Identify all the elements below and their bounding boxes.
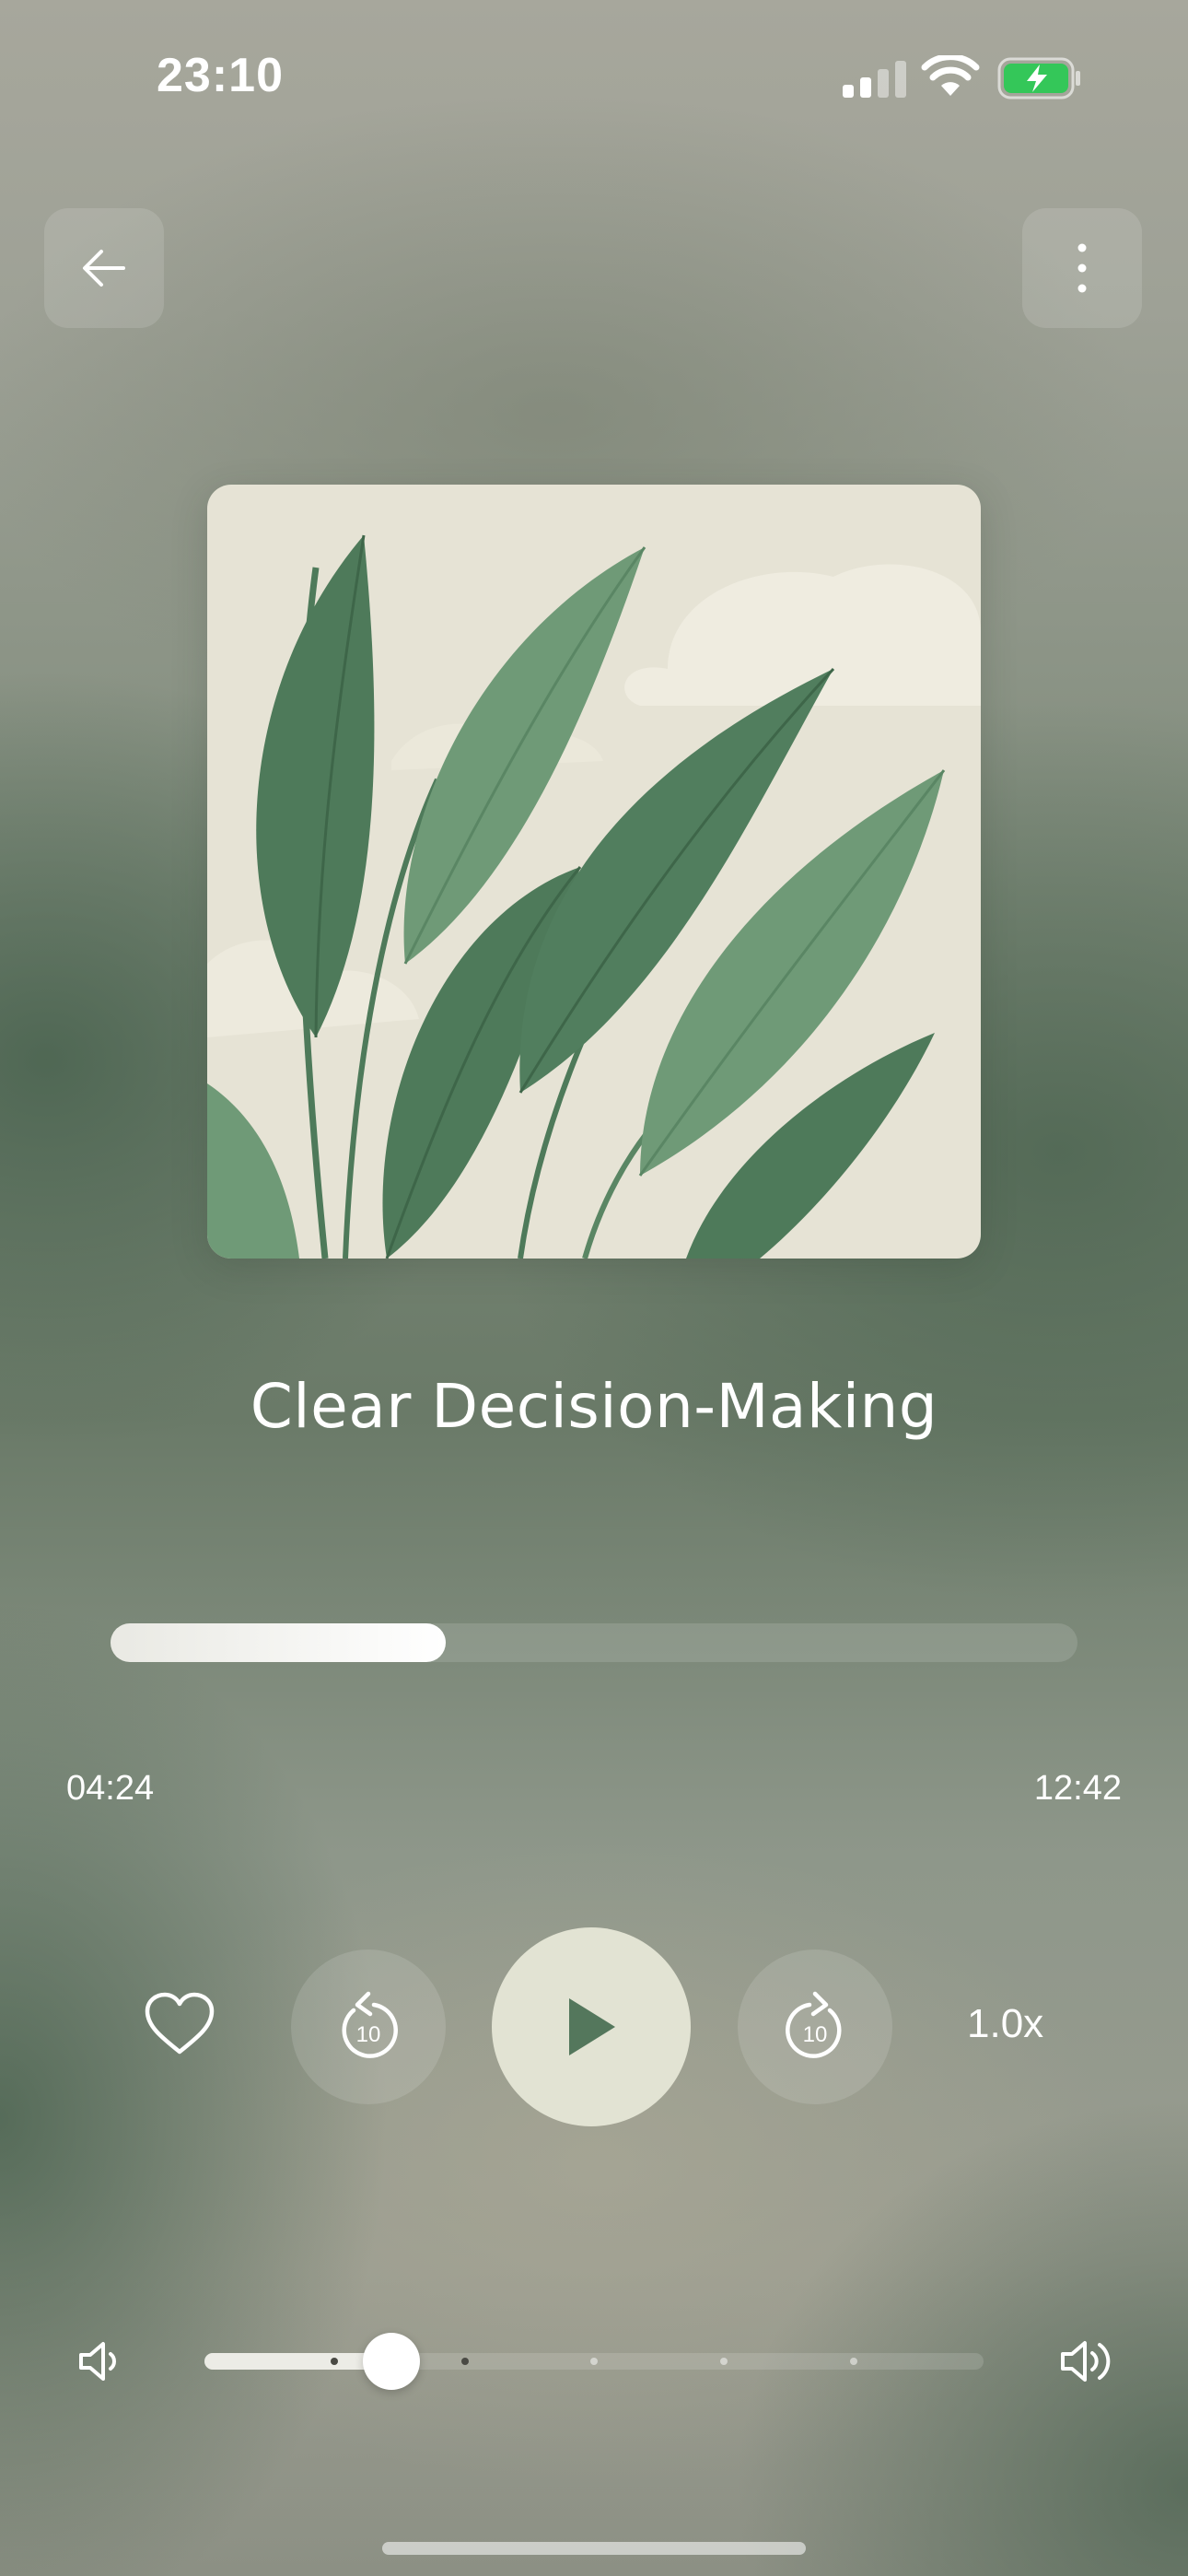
leaves-illustration [207,485,981,1259]
more-vertical-icon [1077,243,1087,293]
volume-tick [720,2358,728,2365]
play-icon [569,1998,615,2055]
volume-tick [331,2358,338,2365]
rewind-10-icon: 10 [342,1991,398,2058]
play-button[interactable] [492,1927,691,2126]
battery-charging-icon [997,57,1080,100]
playback-speed-button[interactable]: 1.0x [967,2001,1043,2047]
progress-fill [111,1623,447,1662]
favorite-button[interactable] [143,1991,216,2061]
wifi-icon [921,55,980,96]
volume-tick [461,2358,469,2365]
status-time: 23:10 [157,49,284,102]
skip-back-button[interactable]: 10 [291,1950,446,2104]
arrow-left-icon [83,250,125,287]
album-artwork [207,485,981,1259]
skip-forward-button[interactable]: 10 [738,1950,892,2104]
background [0,0,1188,2576]
back-button[interactable] [44,208,164,328]
track-title: Clear Decision-Making [250,1371,938,1442]
volume-tick [590,2358,598,2365]
volume-slider[interactable] [204,2333,984,2390]
cellular-signal-icon [843,61,906,98]
status-bar: 23:10 [0,0,1188,157]
skip-back-seconds: 10 [356,2022,381,2047]
volume-low-button[interactable] [77,2340,122,2386]
volume-high-icon [1061,2341,1111,2382]
home-indicator [382,2542,806,2555]
volume-knob[interactable] [363,2333,421,2390]
skip-forward-seconds: 10 [803,2022,828,2047]
progress-bar[interactable] [111,1623,1077,1662]
heart-icon [145,1992,215,2055]
volume-high-button[interactable] [1059,2336,1114,2391]
total-time: 12:42 [1033,1769,1122,1808]
volume-tick [850,2358,857,2365]
volume-low-icon [79,2342,116,2381]
elapsed-time: 04:24 [66,1769,155,1808]
forward-10-icon: 10 [786,1991,842,2058]
more-options-button[interactable] [1022,208,1142,328]
